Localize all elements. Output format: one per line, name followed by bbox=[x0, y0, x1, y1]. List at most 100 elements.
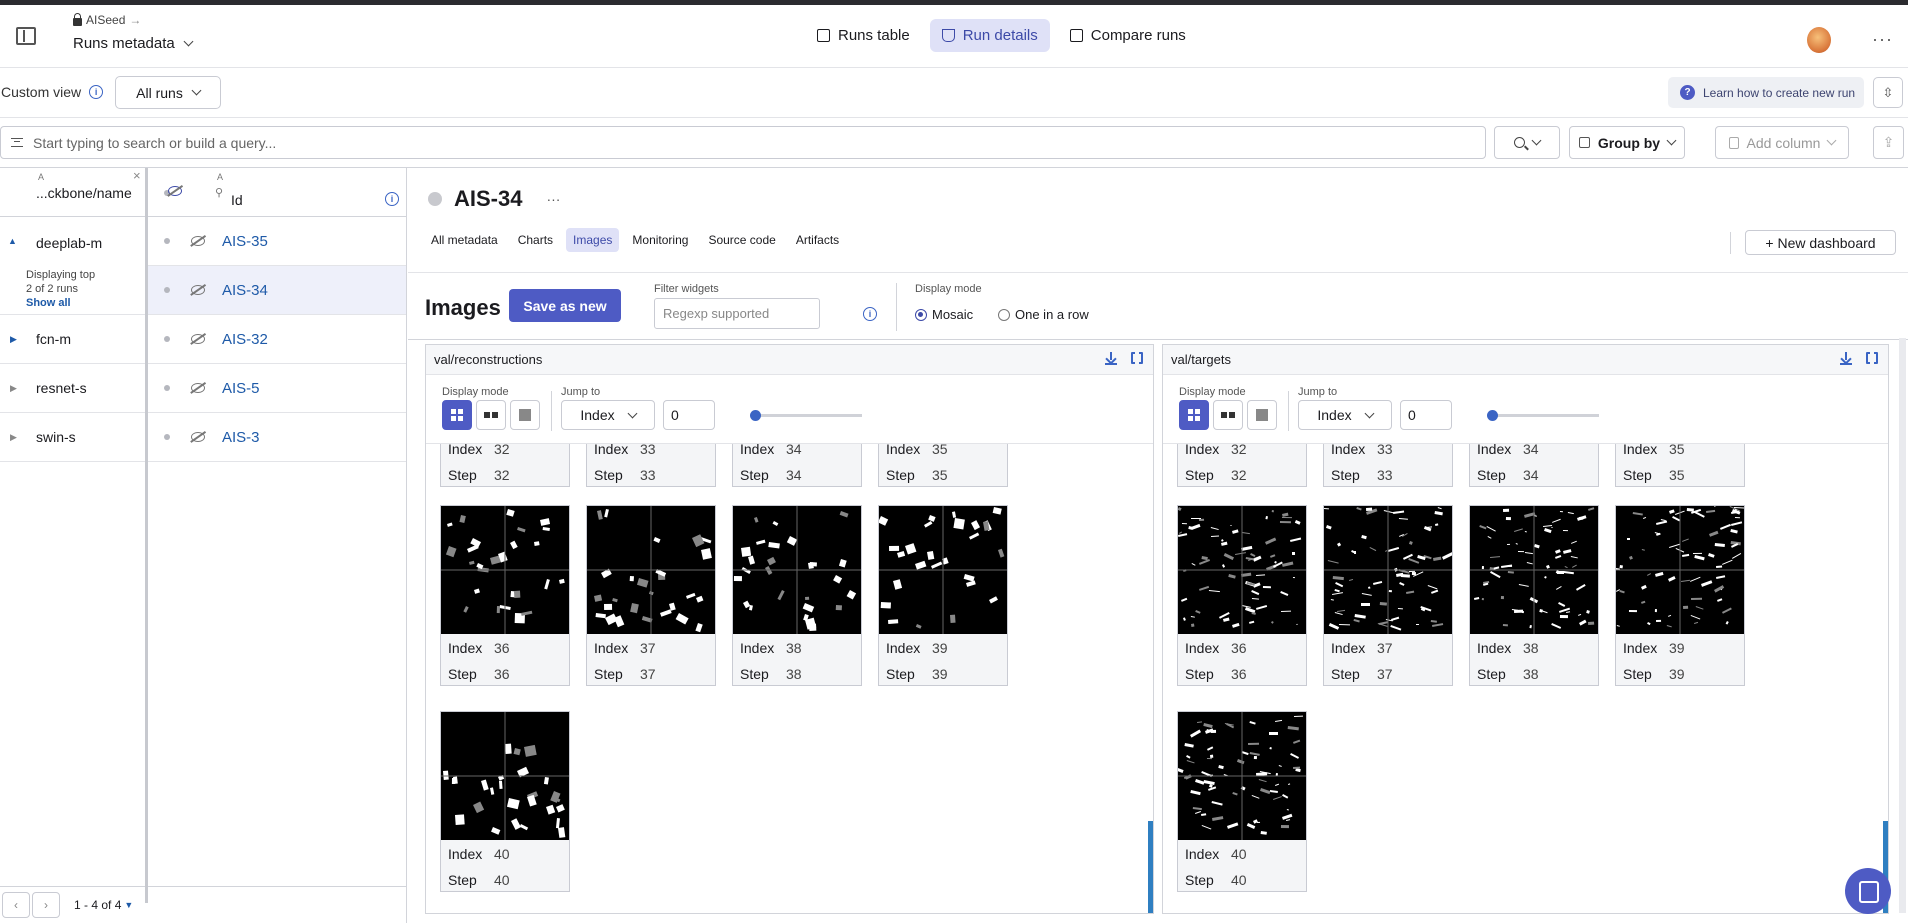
group-by-button[interactable]: Group by bbox=[1569, 126, 1685, 159]
jump-to-select[interactable]: Index bbox=[561, 400, 655, 430]
id-column-header[interactable]: A ⚲ Id i bbox=[147, 168, 406, 217]
info-icon[interactable]: i bbox=[89, 85, 104, 99]
close-icon[interactable]: × bbox=[133, 168, 141, 183]
tab-compare-runs[interactable]: Compare runs bbox=[1058, 19, 1198, 52]
export-icon[interactable]: ⇪ bbox=[1873, 126, 1904, 159]
more-menu-icon[interactable]: ··· bbox=[1872, 29, 1893, 50]
image-card[interactable]: Index 32 Step 32 bbox=[440, 444, 570, 487]
visibility-icon[interactable] bbox=[191, 285, 205, 295]
group-row-resnet-s[interactable]: ▶ resnet-s bbox=[0, 364, 145, 413]
save-as-new-button[interactable]: Save as new bbox=[509, 289, 621, 322]
prev-page-button[interactable]: ‹ bbox=[2, 892, 30, 918]
info-icon[interactable]: i bbox=[863, 307, 877, 321]
visibility-icon[interactable] bbox=[191, 236, 205, 246]
mosaic-radio[interactable]: Mosaic bbox=[915, 307, 973, 322]
jump-to-select[interactable]: Index bbox=[1298, 400, 1392, 430]
image-card[interactable]: Index 37 Step 37 bbox=[586, 505, 716, 686]
jump-slider[interactable] bbox=[750, 410, 862, 421]
image-card[interactable]: Index 38 Step 38 bbox=[1469, 505, 1599, 686]
project-selector[interactable]: Runs metadata bbox=[73, 35, 194, 52]
visibility-icon[interactable] bbox=[191, 334, 205, 344]
search-input[interactable]: Start typing to search or build a query.… bbox=[0, 126, 1486, 159]
download-icon[interactable] bbox=[1840, 352, 1852, 365]
image-card[interactable]: Index 34 Step 34 bbox=[732, 444, 862, 487]
chevron-down-icon[interactable]: ▼ bbox=[124, 900, 133, 910]
tab-monitoring[interactable]: Monitoring bbox=[625, 228, 695, 252]
run-id-link[interactable]: AIS-35 bbox=[222, 233, 268, 250]
expand-arrow-icon[interactable]: ▶ bbox=[10, 334, 17, 345]
visibility-icon[interactable] bbox=[191, 383, 205, 393]
jump-to-input[interactable]: 0 bbox=[663, 400, 715, 430]
tab-artifacts[interactable]: Artifacts bbox=[789, 228, 846, 252]
collapse-icon[interactable]: ⇳ bbox=[1873, 77, 1903, 108]
image-card[interactable]: Index 37 Step 37 bbox=[1323, 505, 1453, 686]
filter-widgets-input[interactable]: Regexp supported bbox=[654, 298, 820, 329]
image-thumbnail[interactable] bbox=[1616, 506, 1744, 634]
expand-arrow-icon[interactable]: ▶ bbox=[10, 383, 17, 394]
all-runs-dropdown[interactable]: All runs bbox=[115, 76, 221, 109]
image-card[interactable]: Index 35 Step 35 bbox=[878, 444, 1008, 487]
tab-images[interactable]: Images bbox=[566, 228, 620, 252]
slider-knob[interactable] bbox=[1487, 410, 1498, 421]
image-thumbnail[interactable] bbox=[733, 506, 861, 634]
fullscreen-icon[interactable] bbox=[1131, 351, 1143, 365]
grid-mode-button[interactable] bbox=[442, 400, 472, 430]
run-id-link[interactable]: AIS-34 bbox=[222, 282, 268, 299]
learn-create-run-link[interactable]: ? Learn how to create new run bbox=[1668, 77, 1864, 108]
image-card[interactable]: Index 35 Step 35 bbox=[1615, 444, 1745, 487]
image-thumbnail[interactable] bbox=[1470, 506, 1598, 634]
breadcrumb[interactable]: AISeed → bbox=[73, 12, 141, 27]
image-thumbnail[interactable] bbox=[1324, 506, 1452, 634]
image-card[interactable]: Index 36 Step 36 bbox=[1177, 505, 1307, 686]
group-row-deeplab-m[interactable]: ▲ deeplab-m Displaying top 2 of 2 runs S… bbox=[0, 217, 145, 315]
table-row[interactable]: AIS-34 bbox=[147, 266, 406, 315]
image-thumbnail[interactable] bbox=[1178, 712, 1306, 840]
run-more-icon[interactable]: ··· bbox=[546, 191, 560, 207]
add-column-button[interactable]: Add column bbox=[1715, 126, 1849, 159]
next-page-button[interactable]: › bbox=[32, 892, 60, 918]
chat-support-button[interactable] bbox=[1845, 868, 1891, 914]
single-mode-button[interactable] bbox=[510, 400, 540, 430]
collapse-arrow-icon[interactable]: ▲ bbox=[8, 236, 17, 246]
pagination-label[interactable]: 1 - 4 of 4 bbox=[74, 898, 121, 912]
table-row[interactable]: AIS-5 bbox=[147, 364, 406, 413]
sidebar-toggle-icon[interactable] bbox=[16, 27, 36, 45]
page-scrollbar[interactable] bbox=[1899, 338, 1906, 913]
column-resize-handle[interactable] bbox=[145, 168, 148, 903]
tab-all-metadata[interactable]: All metadata bbox=[424, 228, 505, 252]
jump-slider[interactable] bbox=[1487, 410, 1599, 421]
scrollbar[interactable] bbox=[1148, 821, 1153, 913]
image-card[interactable]: Index 38 Step 38 bbox=[732, 505, 862, 686]
download-icon[interactable] bbox=[1105, 352, 1117, 365]
table-row[interactable]: AIS-35 bbox=[147, 217, 406, 266]
image-card[interactable]: Index 39 Step 39 bbox=[878, 505, 1008, 686]
new-dashboard-button[interactable]: + New dashboard bbox=[1745, 230, 1896, 255]
single-mode-button[interactable] bbox=[1247, 400, 1277, 430]
tab-charts[interactable]: Charts bbox=[511, 228, 560, 252]
tab-run-details[interactable]: Run details bbox=[929, 19, 1050, 52]
search-mode-dropdown[interactable] bbox=[1494, 126, 1560, 159]
group-column-header[interactable]: A × ...ckbone/name bbox=[0, 168, 145, 217]
run-id-link[interactable]: AIS-3 bbox=[222, 429, 260, 446]
image-card[interactable]: Index 32 Step 32 bbox=[1177, 444, 1307, 487]
fullscreen-icon[interactable] bbox=[1866, 351, 1878, 365]
image-card[interactable]: Index 39 Step 39 bbox=[1615, 505, 1745, 686]
two-column-mode-button[interactable] bbox=[476, 400, 506, 430]
image-card[interactable]: Index 40 Step 40 bbox=[1177, 711, 1307, 892]
image-thumbnail[interactable] bbox=[587, 506, 715, 634]
tab-source-code[interactable]: Source code bbox=[701, 228, 782, 252]
tab-runs-table[interactable]: Runs table bbox=[805, 19, 922, 52]
slider-knob[interactable] bbox=[750, 410, 761, 421]
jump-to-input[interactable]: 0 bbox=[1400, 400, 1452, 430]
grid-mode-button[interactable] bbox=[1179, 400, 1209, 430]
expand-arrow-icon[interactable]: ▶ bbox=[10, 432, 17, 443]
image-card[interactable]: Index 34 Step 34 bbox=[1469, 444, 1599, 487]
two-column-mode-button[interactable] bbox=[1213, 400, 1243, 430]
image-thumbnail[interactable] bbox=[441, 712, 569, 840]
table-row[interactable]: AIS-3 bbox=[147, 413, 406, 462]
image-thumbnail[interactable] bbox=[441, 506, 569, 634]
avatar[interactable] bbox=[1807, 27, 1831, 53]
visibility-icon[interactable] bbox=[168, 186, 182, 196]
image-card[interactable]: Index 36 Step 36 bbox=[440, 505, 570, 686]
image-card[interactable]: Index 33 Step 33 bbox=[1323, 444, 1453, 487]
